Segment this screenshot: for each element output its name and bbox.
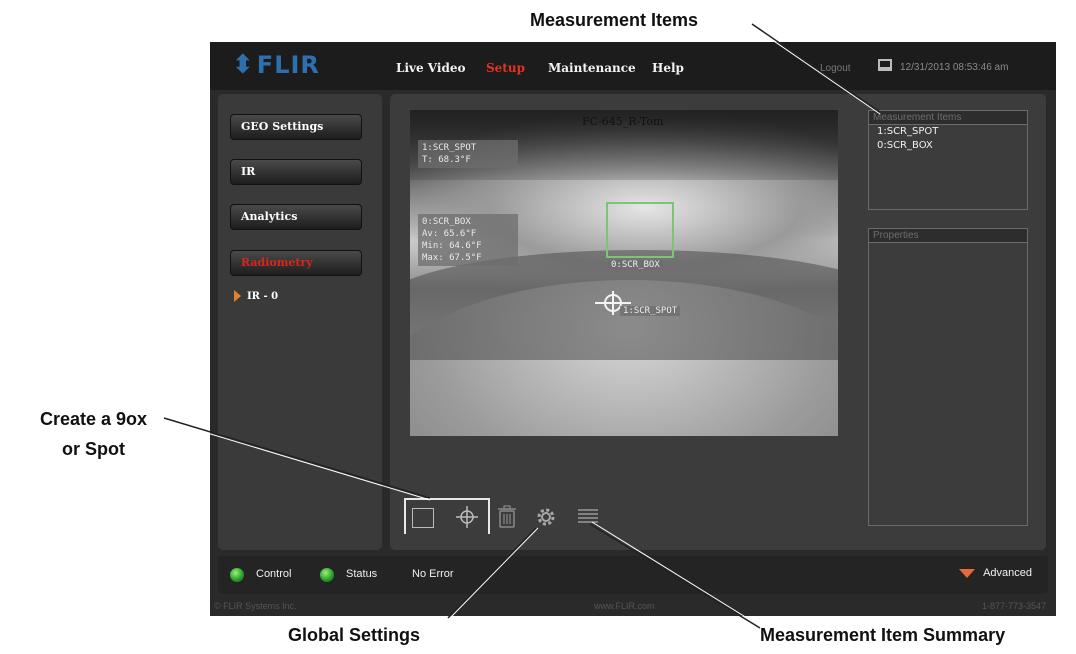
global-settings-button[interactable] <box>534 505 558 529</box>
create-box-button[interactable] <box>412 508 434 528</box>
advanced-button[interactable]: Advanced <box>959 567 1032 579</box>
datetime-display: 12/31/2013 08:53:46 am <box>900 62 1009 73</box>
status-label: Status <box>346 568 378 580</box>
create-spot-button[interactable] <box>456 506 478 528</box>
arrow-right-icon <box>234 290 241 302</box>
control-status-led-icon <box>230 568 244 582</box>
nav-logout[interactable]: Logout <box>820 63 851 74</box>
app-window: ⬍ FLIR Live Video Setup Maintenance Help… <box>210 42 1056 616</box>
flir-logo-text: FLIR <box>256 51 320 79</box>
footer-copyright: © FLIR Systems Inc. <box>214 601 297 611</box>
callout-measurement-items: Measurement Items <box>530 10 699 30</box>
sidebar-item-analytics[interactable]: Analytics <box>230 204 362 230</box>
callout-create-line1: Create a 9ox <box>40 409 148 429</box>
chevron-down-icon <box>959 568 976 578</box>
measurement-spot-tag: 1:SCR_SPOT <box>620 306 681 316</box>
status-bar: Control Status No Error Advanced <box>218 556 1048 594</box>
status-led-icon <box>320 568 334 582</box>
nav-live-video[interactable]: Live Video <box>396 61 465 75</box>
top-nav-bar: ⬍ FLIR Live Video Setup Maintenance Help… <box>210 42 1056 90</box>
thermal-video-view[interactable]: FC-645_R-Tom 1:SCR_SPOT T: 68.3°F 0:SCR_… <box>410 110 838 436</box>
camera-name-label: FC-645_R-Tom <box>582 115 664 128</box>
nav-help[interactable]: Help <box>652 61 684 75</box>
footer-url[interactable]: www.FLIR.com <box>594 601 655 611</box>
spot-readout-overlay: 1:SCR_SPOT T: 68.3°F <box>418 140 518 168</box>
spot-readout-temp: T: 68.3°F <box>422 155 471 165</box>
advanced-label: Advanced <box>983 567 1032 579</box>
main-panel: FC-645_R-Tom 1:SCR_SPOT T: 68.3°F 0:SCR_… <box>390 94 1046 550</box>
measurement-item-box[interactable]: 0:SCR_BOX <box>869 139 1027 153</box>
callout-measurement-item-summary: Measurement Item Summary <box>760 625 1006 645</box>
box-readout-overlay: 0:SCR_BOX Av: 65.6°F Min: 64.6°F Max: 67… <box>418 214 518 266</box>
sidebar-subitem-ir-0[interactable]: IR - 0 <box>234 290 278 302</box>
flir-logo: ⬍ FLIR <box>232 50 320 80</box>
measurement-summary-button[interactable] <box>577 508 599 526</box>
measurement-items-panel: Measurement Items 1:SCR_SPOT 0:SCR_BOX <box>868 110 1028 210</box>
measurement-items-title: Measurement Items <box>869 111 1027 125</box>
callout-create-box-or-spot: Create a 9ox or Spot <box>40 404 147 464</box>
sidebar-subitem-label: IR - 0 <box>247 290 279 302</box>
sidebar-item-ir[interactable]: IR <box>230 159 362 185</box>
box-readout-name: 0:SCR_BOX <box>422 217 471 227</box>
sidebar-item-radiometry[interactable]: Radiometry <box>230 250 362 276</box>
flir-logo-icon: ⬍ <box>232 50 255 80</box>
footer-phone: 1-877-773-3547 <box>981 601 1046 611</box>
properties-title: Properties <box>869 229 1027 243</box>
sidebar: GEO Settings IR Analytics Radiometry IR … <box>218 94 382 550</box>
status-message: No Error <box>412 568 454 580</box>
nav-setup[interactable]: Setup <box>486 61 525 75</box>
measurement-item-spot[interactable]: 1:SCR_SPOT <box>869 125 1027 139</box>
measurement-box[interactable] <box>606 202 674 258</box>
monitor-icon <box>878 59 892 71</box>
callout-create-line2: or Spot <box>62 439 126 459</box>
nav-maintenance[interactable]: Maintenance <box>548 61 636 75</box>
measurement-box-tag: 0:SCR_BOX <box>608 260 663 270</box>
control-label: Control <box>256 568 292 580</box>
footer: © FLIR Systems Inc. www.FLIR.com 1-877-7… <box>210 598 1056 616</box>
properties-panel: Properties <box>868 228 1028 526</box>
delete-measurement-button[interactable] <box>497 505 517 529</box>
spot-readout-name: 1:SCR_SPOT <box>422 143 477 153</box>
box-readout-max: Max: 67.5°F <box>422 253 482 263</box>
box-readout-avg: Av: 65.6°F <box>422 229 477 239</box>
callout-global-settings: Global Settings <box>288 625 421 645</box>
sidebar-item-geo-settings[interactable]: GEO Settings <box>230 114 362 140</box>
box-readout-min: Min: 64.6°F <box>422 241 482 251</box>
